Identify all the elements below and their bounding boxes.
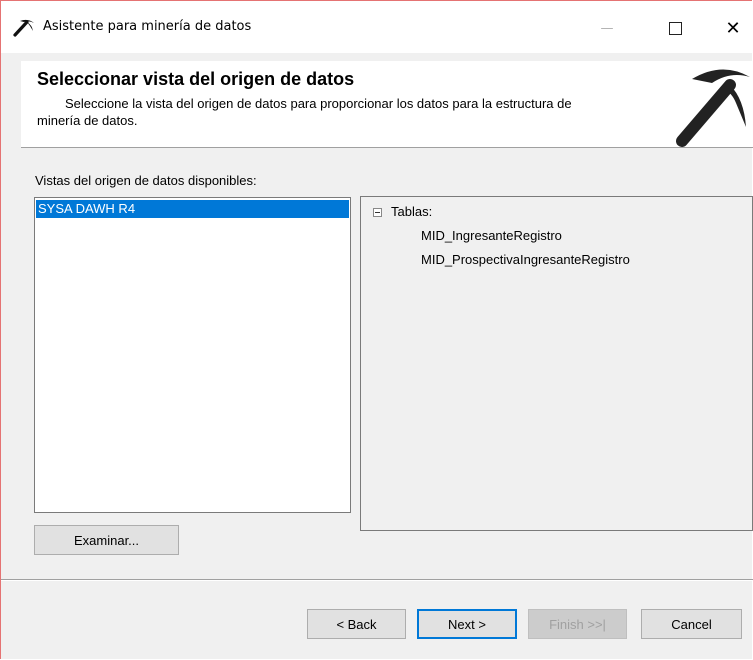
tables-tree[interactable]: Tablas: MID_IngresanteRegistro MID_Prosp…	[360, 196, 753, 531]
tree-item-table[interactable]: MID_IngresanteRegistro	[421, 228, 562, 243]
page-description: Seleccione la vista del origen de datos …	[37, 95, 657, 129]
maximize-button[interactable]	[652, 11, 698, 45]
maximize-icon	[668, 21, 682, 35]
close-icon: ✕	[725, 17, 741, 39]
data-source-views-list[interactable]: SYSA DAWH R4	[34, 197, 351, 513]
pickaxe-logo-icon	[676, 69, 750, 147]
wizard-header: Seleccionar vista del origen de datos Se…	[21, 61, 753, 147]
next-button[interactable]: Next >	[417, 609, 517, 639]
back-button[interactable]: < Back	[307, 609, 406, 639]
finish-button: Finish >>|	[528, 609, 627, 639]
wizard-window: Asistente para minería de datos — ✕ Sele…	[0, 0, 753, 659]
header-divider	[21, 147, 753, 148]
data-source-views-label: Vistas del origen de datos disponibles:	[35, 173, 257, 188]
list-item[interactable]: SYSA DAWH R4	[36, 200, 349, 218]
minimize-button[interactable]: —	[584, 11, 630, 45]
description-line-2: minería de datos.	[37, 113, 138, 128]
pickaxe-icon	[13, 19, 34, 37]
cancel-button[interactable]: Cancel	[641, 609, 742, 639]
browse-button[interactable]: Examinar...	[34, 525, 179, 555]
footer-divider-highlight	[1, 580, 753, 581]
page-title: Seleccionar vista del origen de datos	[37, 69, 355, 89]
collapse-icon[interactable]	[373, 208, 382, 217]
tree-root-tables[interactable]: Tablas:	[391, 204, 432, 219]
window-title: Asistente para minería de datos	[43, 19, 252, 34]
tree-item-table[interactable]: MID_ProspectivaIngresanteRegistro	[421, 252, 630, 267]
close-button[interactable]: ✕	[710, 11, 753, 45]
description-line-1: Seleccione la vista del origen de datos …	[65, 96, 572, 111]
title-bar[interactable]: Asistente para minería de datos — ✕	[1, 1, 752, 53]
minimize-icon: —	[600, 20, 614, 36]
